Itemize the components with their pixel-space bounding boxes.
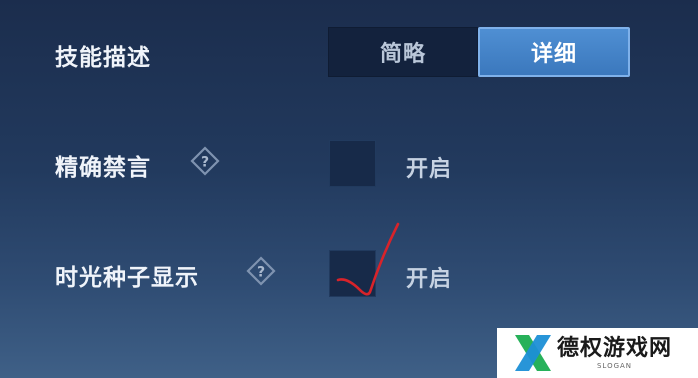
svg-text:?: ? xyxy=(257,265,265,281)
svg-text:?: ? xyxy=(201,155,209,171)
time-seed-checkbox[interactable] xyxy=(329,250,376,297)
watermark: 德权游戏网 SLOGAN xyxy=(497,328,698,378)
skill-desc-brief-button[interactable]: 简略 xyxy=(328,27,478,77)
watermark-logo-icon xyxy=(513,333,553,373)
time-seed-label: 时光种子显示 xyxy=(55,265,199,291)
skill-desc-segmented-control: 简略 详细 xyxy=(328,27,630,77)
time-seed-help-icon[interactable]: ? xyxy=(246,256,276,286)
precise-mute-label: 精确禁言 xyxy=(55,155,151,181)
time-seed-checkbox-label: 开启 xyxy=(406,267,453,292)
watermark-title: 德权游戏网 xyxy=(557,335,673,361)
precise-mute-checkbox-label: 开启 xyxy=(406,157,453,182)
skill-desc-label: 技能描述 xyxy=(55,45,151,71)
question-diamond-icon: ? xyxy=(190,146,220,176)
precise-mute-help-icon[interactable]: ? xyxy=(190,146,220,176)
watermark-slogan: SLOGAN xyxy=(596,361,633,370)
skill-desc-detailed-button[interactable]: 详细 xyxy=(478,27,630,77)
question-diamond-icon: ? xyxy=(246,256,276,286)
precise-mute-checkbox[interactable] xyxy=(329,140,376,187)
